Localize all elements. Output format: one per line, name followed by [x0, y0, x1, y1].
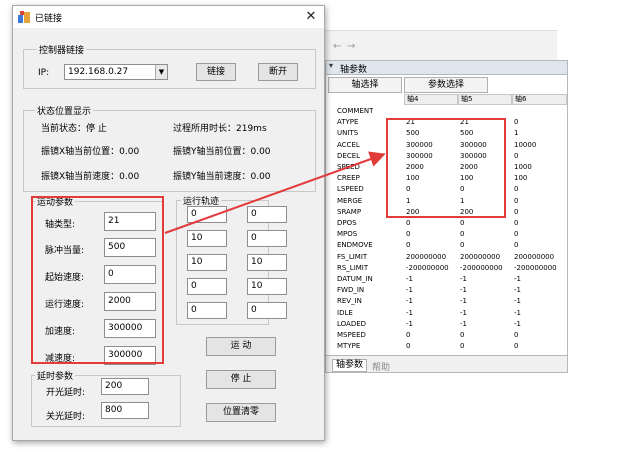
- arrow-line: [164, 151, 386, 234]
- annotation-arrow: [164, 151, 386, 234]
